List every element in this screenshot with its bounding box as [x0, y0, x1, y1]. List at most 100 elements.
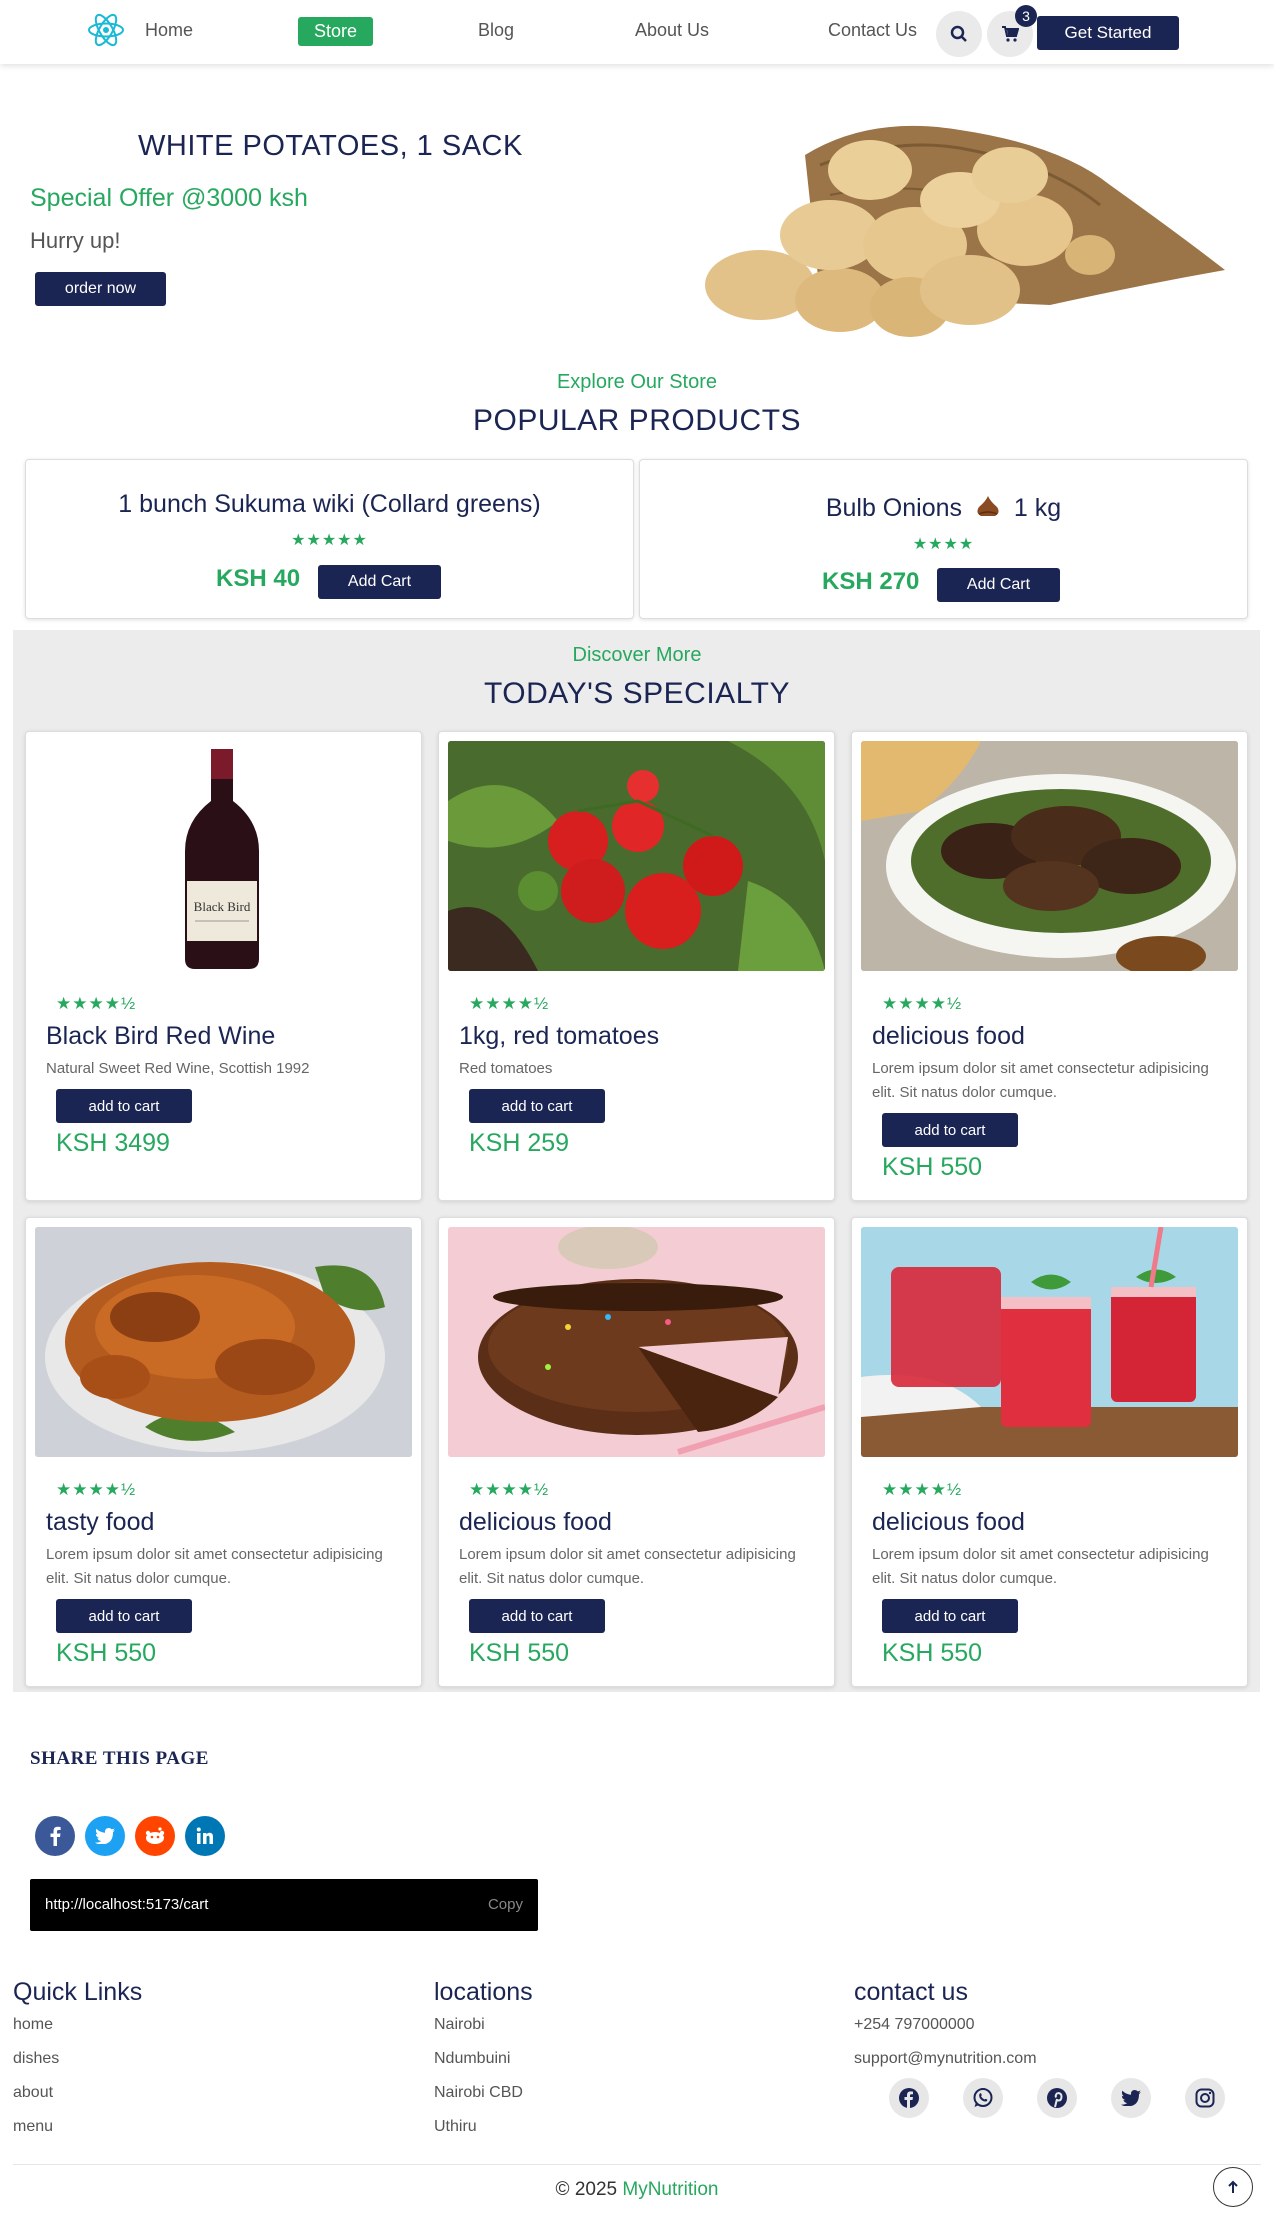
rating-stars: ★★★★★ — [291, 532, 368, 549]
copyright: © 2025 MyNutrition — [0, 2179, 1274, 2201]
onion-icon — [975, 495, 1001, 524]
product-name-text: Bulb Onions — [825, 494, 963, 522]
instagram-icon[interactable] — [1185, 2078, 1225, 2118]
specialty-card: ★★★★½ delicious food Lorem ipsum dolor s… — [438, 1217, 835, 1687]
product-name: Bulb Onions 1 kg — [640, 494, 1247, 524]
nav-about[interactable]: About Us — [635, 20, 709, 41]
twitter-icon[interactable] — [1111, 2078, 1151, 2118]
red-drinks-image — [861, 1227, 1238, 1457]
rating-stars: ★★★★½ — [56, 1480, 137, 1499]
search-icon — [950, 25, 967, 42]
hero-hurry-text: Hurry up! — [30, 228, 121, 253]
location-item[interactable]: Uthiru — [434, 2118, 477, 2136]
rating-stars: ★★★★½ — [469, 994, 550, 1013]
product-card: 1 bunch Sukuma wiki (Collard greens) ★★★… — [25, 459, 634, 619]
rating-stars: ★★★★½ — [469, 1480, 550, 1499]
location-item[interactable]: Nairobi CBD — [434, 2084, 523, 2102]
specialty-title: TODAY'S SPECIALTY — [484, 677, 790, 710]
specialty-card: ★★★★½ delicious food Lorem ipsum dolor s… — [851, 1217, 1248, 1687]
share-title: SHARE THIS PAGE — [30, 1748, 209, 1769]
specialty-description: Lorem ipsum dolor sit amet consectetur a… — [872, 1060, 1209, 1101]
cart-icon — [1002, 26, 1019, 42]
potato-sack-image — [670, 95, 1230, 345]
facebook-icon[interactable] — [889, 2078, 929, 2118]
specialty-name: Black Bird Red Wine — [46, 1022, 276, 1050]
scroll-to-top-button[interactable] — [1213, 2167, 1253, 2207]
specialty-description: Lorem ipsum dolor sit amet consectetur a… — [46, 1546, 383, 1587]
pinterest-icon[interactable] — [1037, 2078, 1077, 2118]
nav-store[interactable]: Store — [298, 17, 374, 46]
specialty-name: delicious food — [459, 1508, 612, 1536]
whatsapp-icon[interactable] — [963, 2078, 1003, 2118]
react-logo-icon[interactable] — [86, 10, 126, 50]
specialty-card: Black Bird ★★★★½ Black Bird Red Wine Nat… — [25, 731, 422, 1201]
share-url-box: http://localhost:5173/cart Copy — [30, 1879, 538, 1931]
specialty-description: Red tomatoes — [459, 1060, 553, 1077]
share-url-text[interactable]: http://localhost:5173/cart — [45, 1896, 208, 1913]
specialty-price: KSH 3499 — [56, 1129, 170, 1157]
specialty-description: Lorem ipsum dolor sit amet consectetur a… — [872, 1546, 1209, 1587]
location-item[interactable]: Nairobi — [434, 2016, 485, 2034]
nav-blog[interactable]: Blog — [478, 20, 514, 41]
arrow-up-icon — [1228, 2180, 1238, 2193]
locations-title: locations — [434, 1978, 533, 2006]
specialty-price: KSH 259 — [469, 1129, 570, 1157]
add-to-cart-button[interactable]: add to cart — [882, 1113, 1018, 1147]
specialty-name: delicious food — [872, 1022, 1025, 1050]
contact-phone: +254 797000000 — [854, 2016, 975, 2033]
product-name: 1 bunch Sukuma wiki (Collard greens) — [118, 490, 541, 518]
add-to-cart-button[interactable]: add to cart — [56, 1089, 192, 1123]
product-price: KSH 40 — [216, 565, 301, 592]
popular-subtitle: Explore Our Store — [556, 371, 718, 393]
add-to-cart-button[interactable]: add to cart — [56, 1599, 192, 1633]
rating-stars: ★★★★½ — [882, 994, 963, 1013]
footer-link-menu[interactable]: menu — [13, 2118, 53, 2136]
specialty-price: KSH 550 — [882, 1153, 983, 1181]
add-cart-button[interactable]: Add Cart — [318, 565, 441, 599]
search-button[interactable] — [936, 11, 982, 57]
footer-divider — [13, 2164, 1261, 2165]
add-to-cart-button[interactable]: add to cart — [469, 1599, 605, 1633]
rating-stars: ★★★★½ — [56, 994, 137, 1013]
get-started-button[interactable]: Get Started — [1037, 16, 1179, 50]
specialty-description: Lorem ipsum dolor sit amet consectetur a… — [459, 1546, 796, 1587]
contact-title: contact us — [854, 1978, 968, 2006]
specialty-name: delicious food — [872, 1508, 1025, 1536]
popular-title: POPULAR PRODUCTS — [472, 404, 802, 437]
facebook-icon[interactable] — [35, 1816, 75, 1856]
hero-title: WHITE POTATOES, 1 SACK — [138, 130, 523, 162]
chocolate-cake-image — [448, 1227, 825, 1457]
copy-button[interactable]: Copy — [488, 1896, 523, 1913]
location-item[interactable]: Ndumbuini — [434, 2050, 510, 2068]
add-to-cart-button[interactable]: add to cart — [882, 1599, 1018, 1633]
product-card: Bulb Onions 1 kg ★★★★ KSH 270 Add Cart — [639, 459, 1248, 619]
order-now-button[interactable]: order now — [35, 272, 166, 306]
contact-email: support@mynutrition.com — [854, 2050, 1037, 2067]
roast-chicken-image — [35, 1227, 412, 1457]
specialty-subtitle: Discover More — [572, 644, 702, 666]
nav-contact[interactable]: Contact Us — [828, 20, 917, 41]
footer-link-about[interactable]: about — [13, 2084, 53, 2102]
grilled-chicken-image — [861, 741, 1238, 971]
twitter-icon[interactable] — [85, 1816, 125, 1856]
quick-links-title: Quick Links — [13, 1978, 143, 2006]
add-to-cart-button[interactable]: add to cart — [469, 1089, 605, 1123]
specialty-name: tasty food — [46, 1508, 155, 1536]
copyright-text: © 2025 — [555, 2179, 618, 2200]
footer-link-dishes[interactable]: dishes — [13, 2050, 59, 2068]
brand-link[interactable]: MyNutrition — [622, 2179, 718, 2200]
specialty-card: ★★★★½ delicious food Lorem ipsum dolor s… — [851, 731, 1248, 1201]
wine-bottle-image: Black Bird — [35, 741, 412, 971]
specialty-card: ★★★★½ 1kg, red tomatoes Red tomatoes add… — [438, 731, 835, 1201]
cart-button[interactable]: 3 — [987, 5, 1037, 57]
specialty-price: KSH 550 — [469, 1639, 570, 1667]
product-price: KSH 270 — [822, 568, 920, 595]
rating-stars: ★★★★ — [912, 536, 975, 553]
reddit-icon[interactable] — [135, 1816, 175, 1856]
tomatoes-image — [448, 741, 825, 971]
linkedin-icon[interactable] — [185, 1816, 225, 1856]
specialty-description: Natural Sweet Red Wine, Scottish 1992 — [46, 1060, 310, 1077]
footer-link-home[interactable]: home — [13, 2016, 53, 2034]
add-cart-button[interactable]: Add Cart — [937, 568, 1060, 602]
nav-home[interactable]: Home — [145, 20, 193, 41]
